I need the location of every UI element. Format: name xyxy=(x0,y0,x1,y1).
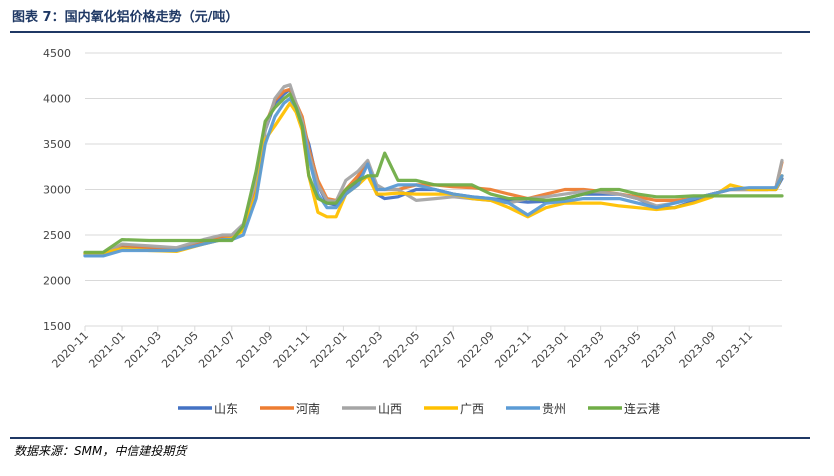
legend-label-1: 河南 xyxy=(296,401,320,416)
x-tick-label: 2022-01 xyxy=(308,329,350,371)
legend-label-4: 贵州 xyxy=(542,402,566,416)
x-tick-label: 2023-09 xyxy=(677,329,719,371)
series-line-2 xyxy=(83,83,784,256)
y-axis-ticks: 1500 2000 2500 3000 3500 4000 4500 xyxy=(43,47,71,333)
y-tick-label: 2500 xyxy=(43,229,71,242)
series-line-3 xyxy=(83,101,784,255)
y-tick-label: 4000 xyxy=(43,93,71,106)
x-tick-label: 2022-05 xyxy=(381,329,423,371)
x-tick-label: 2021-05 xyxy=(159,329,201,371)
series-line-5 xyxy=(83,92,784,254)
y-tick-label: 2000 xyxy=(43,275,71,288)
x-tick-label: 2023-05 xyxy=(602,329,644,371)
y-tick-label: 4500 xyxy=(43,47,71,60)
x-tick-label: 2023-11 xyxy=(714,329,756,371)
legend-label-5: 连云港 xyxy=(624,401,660,416)
y-tick-label: 3500 xyxy=(43,138,71,151)
x-tick-label: 2020-11 xyxy=(49,329,91,371)
x-tick-label: 2022-03 xyxy=(344,329,386,371)
legend-label-3: 广西 xyxy=(460,402,484,416)
x-tick-label: 2021-09 xyxy=(234,329,276,371)
x-tick-label: 2021-01 xyxy=(86,329,128,371)
x-tick-label: 2022-09 xyxy=(455,329,497,371)
legend-label-0: 山东 xyxy=(214,402,238,416)
x-axis-ticks: 2020-112021-012021-032021-052021-072021-… xyxy=(49,326,755,371)
y-tick-label: 1500 xyxy=(43,320,71,333)
y-tick-label: 3000 xyxy=(43,184,71,197)
line-chart: 1500200025003000350040004500 2020-112021… xyxy=(43,47,784,416)
x-tick-label: 2021-03 xyxy=(122,329,164,371)
x-tick-label: 2022-11 xyxy=(492,329,534,371)
series-line-1 xyxy=(83,87,784,255)
x-tick-label: 2023-01 xyxy=(529,329,571,371)
source-note: 数据来源：SMM，中信建投期货 xyxy=(14,444,187,458)
series-line-0 xyxy=(83,87,784,257)
x-tick-label: 2021-07 xyxy=(196,329,238,371)
series-lines xyxy=(83,83,784,258)
legend-label-2: 山西 xyxy=(378,402,402,416)
source-divider xyxy=(10,437,810,439)
x-tick-label: 2021-11 xyxy=(271,329,313,371)
x-tick-label: 2023-07 xyxy=(639,329,681,371)
x-tick-label: 2023-03 xyxy=(565,329,607,371)
legend: 山东 河南 山西 广西 贵州 连云港 xyxy=(178,401,660,416)
x-tick-label: 2022-07 xyxy=(418,329,460,371)
series-line-4 xyxy=(83,96,784,258)
